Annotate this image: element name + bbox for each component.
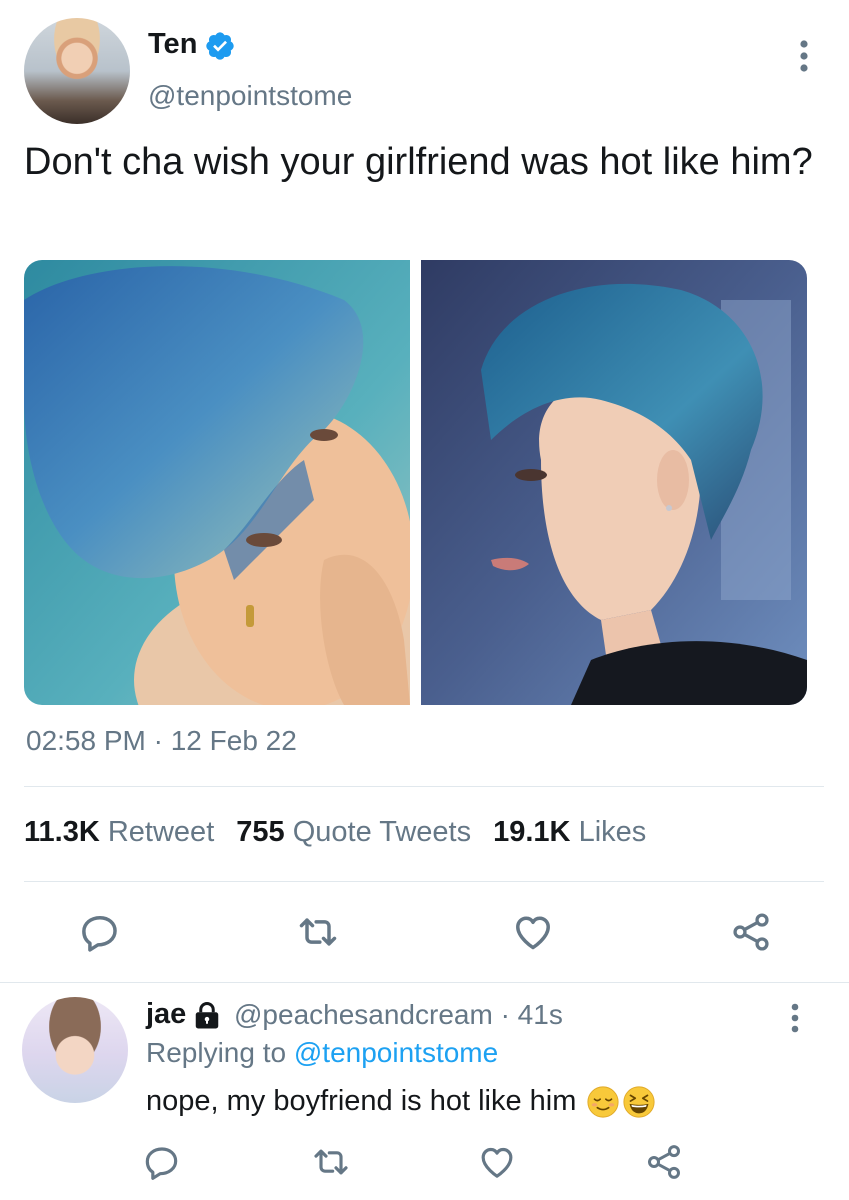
photo-2-illustration: [421, 260, 807, 705]
grinning-squinting-face-emoji: [623, 1086, 656, 1118]
tweet-photo-2[interactable]: [421, 260, 807, 705]
author-handle[interactable]: @tenpointstome: [148, 80, 352, 112]
retweets-count: 11.3K: [24, 816, 100, 848]
reply-icon[interactable]: [78, 910, 122, 954]
replying-to-link[interactable]: @tenpointstome: [294, 1037, 498, 1068]
tweet-timestamp[interactable]: 02:58 PM · 12 Feb 22: [26, 725, 297, 757]
replying-to: Replying to @tenpointstome: [146, 1037, 498, 1069]
reply-author-avatar[interactable]: [22, 997, 128, 1103]
reply-like-icon[interactable]: [477, 1142, 517, 1182]
quotes-stat[interactable]: 755 Quote Tweets: [236, 816, 471, 848]
protected-lock-icon: [195, 1002, 219, 1029]
retweets-label: Retweet: [107, 816, 215, 848]
reply-reply-icon[interactable]: [142, 1142, 182, 1182]
divider: [0, 982, 849, 983]
tweet-text: Don't cha wish your girlfriend was hot l…: [24, 141, 813, 183]
replying-to-prefix: Replying to: [146, 1037, 287, 1068]
likes-stat[interactable]: 19.1K Likes: [493, 816, 646, 848]
reply-more-options-icon[interactable]: [782, 1000, 808, 1036]
reply-author-name[interactable]: jae: [146, 998, 186, 1031]
engagement-stats: 11.3K Retweet 755 Quote Tweets 19.1K Likes: [24, 816, 646, 849]
divider: [24, 881, 824, 882]
quotes-count: 755: [236, 816, 285, 848]
reply-text-body: nope, my boyfriend is hot like him: [146, 1085, 577, 1117]
reply-text: nope, my boyfriend is hot like him: [146, 1085, 656, 1119]
reply-retweet-icon[interactable]: [311, 1142, 351, 1182]
reply-handle-time[interactable]: @peachesandcream · 41s: [234, 999, 563, 1031]
photo-1-illustration: [24, 260, 410, 705]
share-icon[interactable]: [729, 910, 773, 954]
like-icon[interactable]: [511, 910, 555, 954]
likes-label: Likes: [578, 816, 647, 848]
divider: [24, 786, 824, 787]
retweets-stat[interactable]: 11.3K Retweet: [24, 816, 214, 848]
author-name[interactable]: Ten: [148, 28, 197, 61]
more-options-icon[interactable]: [790, 36, 818, 76]
relieved-face-emoji: [587, 1086, 620, 1118]
reply-share-icon[interactable]: [644, 1142, 684, 1182]
retweet-icon[interactable]: [296, 910, 340, 954]
likes-count: 19.1K: [493, 816, 571, 848]
tweet-photo-1[interactable]: [24, 260, 410, 705]
quotes-label: Quote Tweets: [292, 816, 472, 848]
author-avatar[interactable]: [24, 18, 130, 124]
verified-badge-icon: [206, 32, 234, 60]
